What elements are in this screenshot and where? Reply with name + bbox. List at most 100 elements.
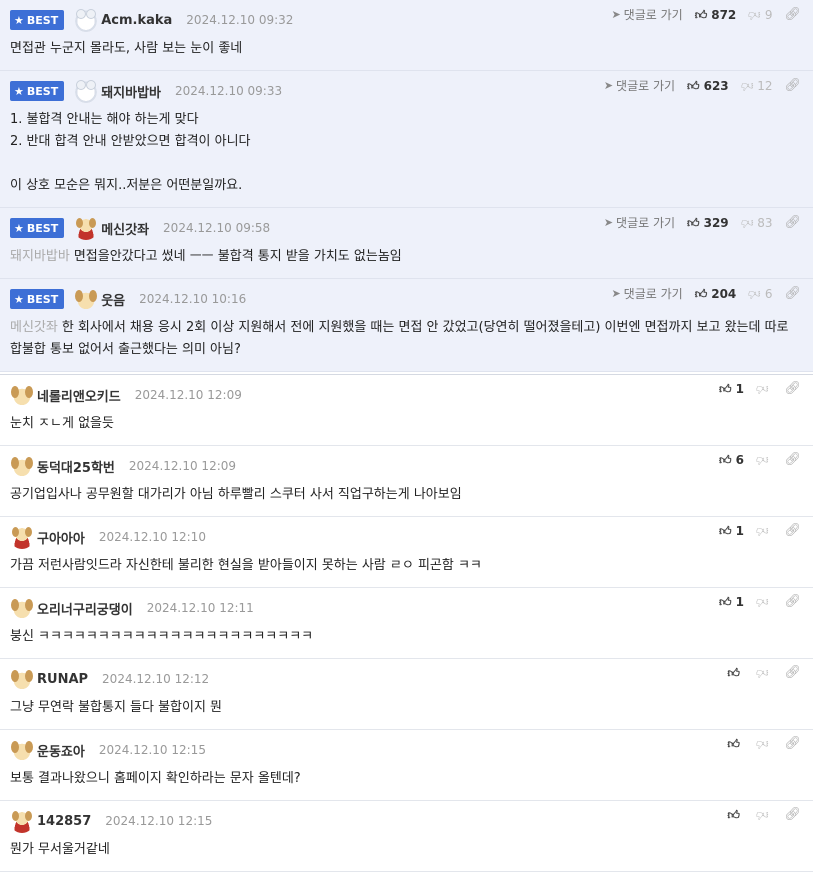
downvote-button[interactable]: 👍︎ (756, 382, 773, 396)
author-name[interactable]: 메신갓좌 (101, 219, 149, 238)
thumbs-up-icon: 👍︎ (719, 523, 732, 538)
author-name[interactable]: 돼지바밥바 (101, 82, 161, 101)
author-name[interactable]: 142857 (37, 814, 91, 829)
avatar[interactable] (10, 525, 34, 549)
avatar[interactable] (74, 79, 99, 103)
avatar[interactable] (74, 287, 99, 311)
link-icon[interactable]: 🔗︎ (784, 286, 801, 301)
goto-comment-button[interactable]: ➤ 댓글로 가기 (604, 214, 675, 231)
comment-header: 네롤리앤오키드 2024.12.10 12:09 (10, 383, 803, 407)
comment-body: 1. 불합격 안내는 해야 하는게 맞다 2. 반대 합격 안내 안받았으면 합… (10, 103, 803, 207)
comment: 구아아아 2024.12.10 12:10 👍︎ 1 👍︎ 🔗︎ 가끔 저런사람잇드라 자신… (0, 517, 813, 588)
upvote-count: 6 (735, 452, 744, 467)
goto-comment-button[interactable]: ➤ 댓글로 가기 (604, 77, 675, 94)
link-icon[interactable]: 🔗︎ (784, 381, 801, 396)
link-icon[interactable]: 🔗︎ (784, 78, 801, 93)
downvote-button[interactable]: 👍︎ (755, 807, 773, 822)
upvote-button[interactable]: 👍︎ 329 (687, 216, 729, 230)
upvote-count: 1 (735, 523, 744, 538)
link-icon[interactable]: 🔗︎ (784, 665, 801, 680)
downvote-button[interactable]: 👍︎ 9 (748, 8, 772, 22)
upvote-button[interactable]: 👍︎ 1 (719, 595, 744, 609)
upvote-button[interactable]: 👍︎ 623 (687, 79, 729, 93)
downvote-button[interactable]: 👍︎ (756, 595, 773, 609)
upvote-button[interactable]: 👍︎ 1 (719, 382, 744, 396)
comment-body: 돼지바밥바 면접을안갔다고 썼네 ㅡㅡ 불합격 통지 받을 가치도 없는놈임 (10, 240, 803, 278)
author-name[interactable]: 동덕대25학번 (37, 457, 115, 476)
avatar[interactable] (10, 454, 34, 478)
upvote-button[interactable]: 👍︎ 872 (695, 8, 737, 22)
avatar[interactable] (10, 667, 34, 691)
comment-date: 2024.12.10 12:10 (98, 530, 206, 544)
author-name[interactable]: Acm.kaka (101, 13, 172, 28)
upvote-button[interactable]: 👍︎ 6 (719, 453, 744, 467)
mention-link[interactable]: 돼지바밥바 (10, 249, 70, 264)
comment-actions: 👍︎ 👍︎ 🔗︎ (727, 736, 801, 751)
link-icon[interactable]: 🔗︎ (784, 523, 801, 538)
downvote-button[interactable]: 👍︎ 83 (741, 216, 773, 230)
downvote-button[interactable]: 👍︎ (755, 665, 773, 680)
upvote-button[interactable]: 👍︎ 1 (719, 524, 744, 538)
downvote-button[interactable]: 👍︎ 6 (748, 287, 772, 301)
author-name[interactable]: 네롤리앤오키드 (37, 386, 121, 405)
downvote-button[interactable]: 👍︎ (756, 524, 773, 538)
upvote-button[interactable]: 👍︎ (727, 809, 744, 821)
upvote-count: 1 (735, 594, 744, 609)
avatar[interactable] (10, 809, 34, 833)
comment-actions: 👍︎ 👍︎ 🔗︎ (727, 807, 801, 822)
upvote-button[interactable]: 👍︎ 204 (695, 287, 737, 301)
downvote-count: 6 (764, 286, 773, 301)
comment-body: 눈치 ㅈㄴ게 없을듯 (10, 416, 114, 431)
comment: 동덕대25학번 2024.12.10 12:09 👍︎ 6 👍︎ 🔗︎ 공기업입사나 공무원… (0, 446, 813, 517)
author-name[interactable]: 구아아아 (37, 528, 85, 547)
author-name[interactable]: RUNAP (37, 672, 88, 687)
avatar[interactable] (10, 383, 34, 407)
comment-actions: ➤ 댓글로 가기 👍︎ 204 👍︎ 6 🔗︎ (611, 285, 801, 302)
link-icon[interactable]: 🔗︎ (784, 807, 801, 822)
upvote-button[interactable]: 👍︎ (727, 667, 744, 679)
comment-date: 2024.12.10 09:33 (175, 84, 283, 98)
comment-text: 1. 불합격 안내는 해야 하는게 맞다 2. 반대 합격 안내 안받았으면 합… (10, 112, 251, 193)
avatar[interactable] (74, 216, 99, 240)
comment: 네롤리앤오키드 2024.12.10 12:09 👍︎ 1 👍︎ 🔗︎ 눈치 ㅈㄴ게 없을듯 (0, 375, 813, 446)
comment-header: 운동죠아 2024.12.10 12:15 (10, 738, 803, 762)
author-name[interactable]: 웃음 (101, 290, 125, 309)
comment-actions: 👍︎ 1 👍︎ 🔗︎ (719, 381, 801, 396)
goto-comment-button[interactable]: ➤ 댓글로 가기 (611, 285, 682, 302)
downvote-count: 9 (764, 7, 773, 22)
link-icon[interactable]: 🔗︎ (784, 452, 801, 467)
comment-date: 2024.12.10 12:12 (102, 672, 210, 686)
link-icon[interactable]: 🔗︎ (784, 736, 801, 751)
goto-label: 댓글로 가기 (623, 8, 683, 22)
avatar[interactable] (74, 8, 99, 32)
thumbs-up-icon: 👍︎ (687, 215, 700, 230)
thumbs-up-icon: 👍︎ (719, 381, 732, 396)
thumbs-down-icon: 👍︎ (755, 665, 769, 680)
goto-comment-button[interactable]: ➤ 댓글로 가기 (611, 6, 682, 23)
upvote-count: 872 (711, 7, 737, 22)
link-icon[interactable]: 🔗︎ (784, 594, 801, 609)
link-icon[interactable]: 🔗︎ (784, 7, 801, 22)
upvote-count: 1 (735, 381, 744, 396)
mention-link[interactable]: 메신갓좌 (10, 320, 58, 335)
comment-header: 오리너구리궁댕이 2024.12.10 12:11 (10, 596, 803, 620)
thumbs-down-icon: 👍︎ (755, 807, 769, 822)
avatar[interactable] (10, 596, 34, 620)
author-name[interactable]: 운동죠아 (37, 741, 85, 760)
avatar[interactable] (10, 738, 34, 762)
downvote-button[interactable]: 👍︎ 12 (741, 79, 773, 93)
comment-date: 2024.12.10 12:09 (128, 459, 237, 473)
thumbs-up-icon: 👍︎ (727, 736, 740, 751)
upvote-button[interactable]: 👍︎ (727, 738, 744, 750)
comment-body: 공기업입사나 공무원할 대가리가 아님 하루빨리 스쿠터 사서 직업구하는게 나… (10, 487, 462, 502)
downvote-button[interactable]: 👍︎ (756, 453, 773, 467)
star-icon: ★ (14, 84, 24, 98)
link-icon[interactable]: 🔗︎ (784, 215, 801, 230)
goto-label: 댓글로 가기 (616, 79, 676, 93)
comment-body: 보통 결과나왔으니 홈페이지 확인하라는 문자 올텐데? (10, 771, 301, 786)
best-badge-label: BEST (26, 84, 59, 98)
downvote-count: 12 (757, 78, 773, 93)
arrow-icon: ➤ (611, 287, 621, 300)
downvote-button[interactable]: 👍︎ (756, 737, 773, 751)
author-name[interactable]: 오리너구리궁댕이 (37, 599, 133, 618)
